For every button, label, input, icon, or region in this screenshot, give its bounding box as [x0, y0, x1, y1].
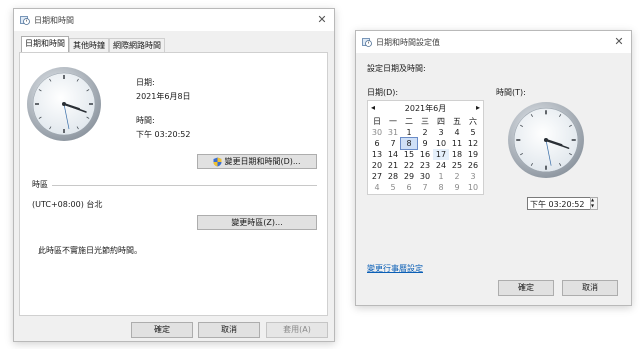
- close-icon[interactable]: ✕: [314, 12, 330, 28]
- calendar-day[interactable]: 10: [433, 138, 449, 149]
- calendar-day[interactable]: 18: [449, 149, 465, 160]
- calendar-day[interactable]: 5: [385, 182, 401, 193]
- calendar-day[interactable]: 1: [401, 127, 417, 138]
- calendar-month-label[interactable]: 2021年6月: [368, 103, 483, 114]
- calendar-day[interactable]: 7: [417, 182, 433, 193]
- calendar-day[interactable]: 10: [465, 182, 481, 193]
- weekday-header: 四: [437, 117, 445, 126]
- calendar-day[interactable]: 4: [449, 127, 465, 138]
- calendar-day[interactable]: 23: [417, 160, 433, 171]
- calendar-day[interactable]: 16: [417, 149, 433, 160]
- calendar-day[interactable]: 6: [369, 138, 385, 149]
- change-timezone-button[interactable]: 變更時區(Z)...: [197, 215, 317, 230]
- change-datetime-label: 變更日期和時間(D)...: [224, 157, 301, 166]
- date-label: 日期:: [136, 78, 155, 87]
- calendar-day[interactable]: 5: [465, 127, 481, 138]
- tab-internet-time[interactable]: 網際網路時間: [109, 38, 165, 53]
- date-value: 2021年6月8日: [136, 92, 191, 101]
- date-label: 日期(D):: [367, 88, 399, 97]
- calendar-day[interactable]: 17: [433, 149, 449, 160]
- calendar-day[interactable]: 27: [369, 171, 385, 182]
- weekday-header: 日: [373, 117, 381, 126]
- calendar-day[interactable]: 7: [385, 138, 401, 149]
- calendar-day[interactable]: 9: [417, 138, 433, 149]
- calendar-clock-icon: [362, 38, 372, 47]
- calendar-day[interactable]: 29: [401, 171, 417, 182]
- calendar-day[interactable]: 12: [465, 138, 481, 149]
- dst-note: 此時區不實施日光節約時間。: [38, 246, 142, 255]
- title-bar: 日期和時間 ✕: [14, 9, 334, 31]
- weekday-header: 一: [389, 117, 397, 126]
- next-month-arrow[interactable]: ▸: [476, 103, 480, 112]
- cancel-button[interactable]: 取消: [198, 322, 260, 338]
- time-input[interactable]: 下午 03:20:52: [527, 197, 591, 210]
- calendar-day[interactable]: 4: [369, 182, 385, 193]
- calendar-grid: 日一二三四五六 30 31 1 2 3 4 5 6 7 8 9 10 11 12 13 14 15 16 17 18 19…: [369, 116, 482, 193]
- calendar-day[interactable]: 8: [400, 137, 418, 150]
- calendar-day[interactable]: 19: [465, 149, 481, 160]
- calendar-day[interactable]: 25: [449, 160, 465, 171]
- calendar-day[interactable]: 24: [433, 160, 449, 171]
- tab-panel: 日期: 2021年6月8日 時間: 下午 03:20:52 變更日期和時間(D)…: [19, 52, 328, 316]
- calendar-day[interactable]: 3: [465, 171, 481, 182]
- weekday-header: 三: [421, 117, 429, 126]
- calendar-day[interactable]: 2: [417, 127, 433, 138]
- calendar-day[interactable]: 22: [401, 160, 417, 171]
- calendar-day[interactable]: 28: [385, 171, 401, 182]
- analog-clock-icon: [508, 102, 584, 178]
- settings-heading: 設定日期及時間:: [367, 64, 426, 73]
- calendar-day[interactable]: 3: [433, 127, 449, 138]
- time-value: 下午 03:20:52: [136, 130, 191, 139]
- time-label: 時間:: [136, 116, 155, 125]
- calendar-day[interactable]: 13: [369, 149, 385, 160]
- weekday-header: 五: [453, 117, 461, 126]
- calendar[interactable]: ◂ 2021年6月 ▸ 日一二三四五六 30 31 1 2 3 4 5 6 7 8 9 10 11 12 13…: [367, 100, 484, 195]
- close-icon[interactable]: ✕: [611, 34, 627, 50]
- window-title: 日期和時間: [34, 16, 74, 25]
- calendar-day[interactable]: 11: [449, 138, 465, 149]
- apply-button[interactable]: 套用(A): [266, 322, 328, 338]
- weekday-header: 二: [405, 117, 413, 126]
- weekday-header: 六: [469, 117, 477, 126]
- calendar-day[interactable]: 14: [385, 149, 401, 160]
- tab-other-clocks[interactable]: 其他時鐘: [69, 38, 109, 53]
- calendar-day[interactable]: 9: [449, 182, 465, 193]
- calendar-day[interactable]: 2: [449, 171, 465, 182]
- datetime-settings-window: 日期和時間設定值 ✕ 設定日期及時間: 日期(D): 時間(T): ◂ 2021…: [355, 30, 632, 306]
- calendar-day[interactable]: 1: [433, 171, 449, 182]
- uac-shield-icon: [213, 157, 222, 166]
- calendar-day[interactable]: 20: [369, 160, 385, 171]
- analog-clock-icon: [27, 67, 101, 141]
- ok-button[interactable]: 確定: [498, 280, 554, 296]
- change-calendar-settings-link[interactable]: 變更行事曆設定: [367, 263, 423, 274]
- timezone-section-label: 時區: [32, 180, 48, 189]
- time-label: 時間(T):: [496, 88, 526, 97]
- time-spinner[interactable]: ▲ ▼: [590, 197, 598, 210]
- cancel-button[interactable]: 取消: [562, 280, 618, 296]
- timezone-value: (UTC+08:00) 台北: [32, 200, 103, 209]
- calendar-day[interactable]: 15: [401, 149, 417, 160]
- calendar-day[interactable]: 26: [465, 160, 481, 171]
- calendar-day[interactable]: 21: [385, 160, 401, 171]
- calendar-clock-icon: [20, 16, 30, 25]
- time-input-value: 下午 03:20:52: [530, 200, 585, 209]
- calendar-day[interactable]: 8: [433, 182, 449, 193]
- section-divider: [52, 185, 317, 186]
- calendar-day[interactable]: 6: [401, 182, 417, 193]
- calendar-day[interactable]: 31: [385, 127, 401, 138]
- calendar-day[interactable]: 30: [369, 127, 385, 138]
- tab-strip: 日期和時間 其他時鐘 網際網路時間: [19, 36, 329, 54]
- title-bar: 日期和時間設定值 ✕: [356, 31, 631, 53]
- change-datetime-button[interactable]: 變更日期和時間(D)...: [197, 154, 317, 169]
- spinner-down-icon[interactable]: ▼: [591, 203, 594, 209]
- window-title: 日期和時間設定值: [376, 38, 440, 47]
- calendar-day[interactable]: 30: [417, 171, 433, 182]
- ok-button[interactable]: 確定: [131, 322, 193, 338]
- datetime-window: 日期和時間 ✕ 日期和時間 其他時鐘 網際網路時間 日期: 2021年6月8日 …: [13, 8, 335, 342]
